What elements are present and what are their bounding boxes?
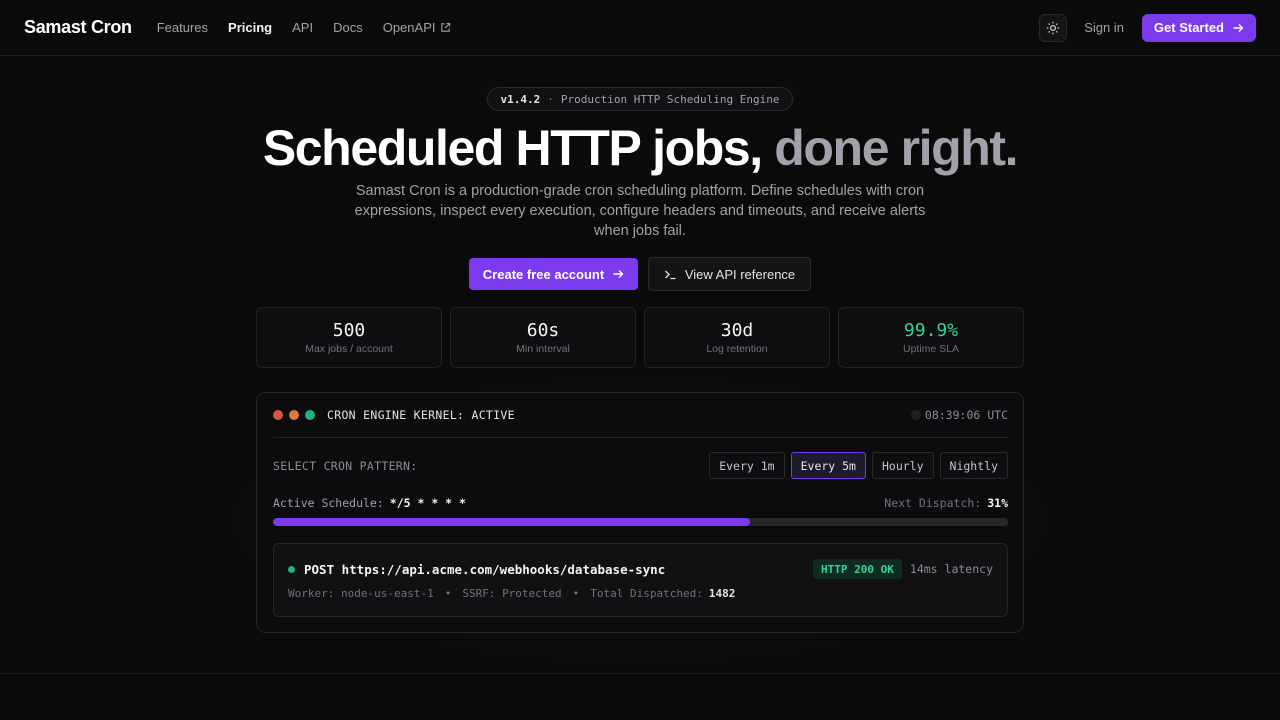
nav-link-openapi-label: OpenAPI xyxy=(382,20,436,35)
nav-link-pricing[interactable]: Pricing xyxy=(228,20,272,35)
schedule-label: Active Schedule: xyxy=(273,496,384,510)
schedule-expression: */5 * * * * xyxy=(389,496,466,510)
cta-row: Create free account View API reference xyxy=(469,257,811,291)
nav-links: Features Pricing API Docs OpenAPI xyxy=(157,20,472,35)
pattern-selector: SELECT CRON PATTERN: Every 1m Every 5m H… xyxy=(273,452,1008,479)
hero-subtitle: Samast Cron is a production-grade cron s… xyxy=(354,183,926,239)
headline-main: Scheduled HTTP jobs, xyxy=(262,120,763,176)
section-divider xyxy=(0,673,1280,674)
worker-info: Worker: node-us-east-1 xyxy=(288,587,434,600)
badge-text: Production HTTP Scheduling Engine xyxy=(560,92,780,106)
clock: 08:39:06 UTC xyxy=(910,408,1008,422)
sun-icon xyxy=(1046,21,1060,34)
stat-card-max-jobs: 500 Max jobs / account xyxy=(256,307,442,368)
job-header: POST https://api.acme.com/webhooks/datab… xyxy=(288,558,993,580)
pattern-label: SELECT CRON PATTERN: xyxy=(273,458,418,473)
nav-link-openapi[interactable]: OpenAPI xyxy=(383,20,452,35)
stat-card-min-interval: 60s Min interval xyxy=(450,307,636,368)
headline-dim: done right. xyxy=(774,120,1018,176)
sign-in-link[interactable]: Sign in xyxy=(1084,20,1124,35)
clock-icon xyxy=(910,410,921,420)
latency: 14ms latency xyxy=(909,562,993,576)
get-started-button[interactable]: Get Started xyxy=(1141,13,1256,42)
stat-label: Min interval xyxy=(516,343,570,355)
job-execution-card: POST https://api.acme.com/webhooks/datab… xyxy=(273,543,1008,617)
nav-link-features[interactable]: Features xyxy=(157,20,208,35)
clock-time: 08:39:06 UTC xyxy=(924,408,1008,422)
window-dot-green xyxy=(305,410,315,420)
next-dispatch-label: Next Dispatch: xyxy=(884,496,982,510)
pattern-every-1m[interactable]: Every 1m xyxy=(709,452,785,479)
view-api-reference-label: View API reference xyxy=(684,266,796,282)
brand-logo[interactable]: Samast Cron xyxy=(24,17,132,38)
stat-value: 30d xyxy=(720,320,754,341)
stat-value: 60s xyxy=(526,320,560,341)
meta-bullet: • xyxy=(444,587,452,600)
external-link-icon xyxy=(441,22,451,32)
status-dot xyxy=(288,565,295,573)
http-status-badge: HTTP 200 OK xyxy=(813,559,902,579)
job-status: HTTP 200 OK 14ms latency xyxy=(813,559,993,579)
stat-label: Max jobs / account xyxy=(305,343,393,355)
job-request: POST https://api.acme.com/webhooks/datab… xyxy=(304,561,666,577)
dispatched-label: Total Dispatched: xyxy=(590,587,703,600)
theme-toggle-button[interactable] xyxy=(1039,13,1068,42)
terminal-icon xyxy=(664,270,676,279)
pattern-every-5m[interactable]: Every 5m xyxy=(790,452,866,479)
create-account-label: Create free account xyxy=(482,266,605,282)
cron-console-card: CRON ENGINE KERNEL: ACTIVE 08:39:06 UTC … xyxy=(256,392,1024,633)
stat-value: 99.9% xyxy=(903,320,959,341)
dispatch-progress-bar xyxy=(273,518,1008,526)
schedule-row: Active Schedule: */5 * * * * Next Dispat… xyxy=(273,495,1008,511)
arrow-right-icon xyxy=(1233,23,1244,32)
dispatch-progress-fill xyxy=(273,518,750,526)
kernel-status: CRON ENGINE KERNEL: ACTIVE xyxy=(327,408,515,422)
hero-headline: Scheduled HTTP jobs, done right. xyxy=(0,118,1280,178)
get-started-label: Get Started xyxy=(1153,20,1224,35)
meta-bullet: • xyxy=(572,587,580,600)
ssrf-info: SSRF: Protected xyxy=(462,587,562,600)
stat-card-log-retention: 30d Log retention xyxy=(644,307,830,368)
dispatched-count: 1482 xyxy=(708,587,736,600)
version-badge: v1.4.2 · Production HTTP Scheduling Engi… xyxy=(487,87,793,111)
stat-value: 500 xyxy=(332,320,366,341)
pattern-nightly[interactable]: Nightly xyxy=(939,452,1008,479)
console-header: CRON ENGINE KERNEL: ACTIVE 08:39:06 UTC xyxy=(273,393,1008,438)
badge-separator: · xyxy=(547,92,554,106)
stat-label: Uptime SLA xyxy=(902,343,960,355)
pattern-options: Every 1m Every 5m Hourly Nightly xyxy=(709,452,1008,479)
stats-row: 500 Max jobs / account 60s Min interval … xyxy=(256,307,1024,368)
stat-label: Log retention xyxy=(706,343,768,355)
arrow-right-icon xyxy=(613,270,624,278)
top-nav: Samast Cron Features Pricing API Docs Op… xyxy=(0,0,1280,56)
nav-link-docs[interactable]: Docs xyxy=(333,20,363,35)
stat-card-uptime: 99.9% Uptime SLA xyxy=(838,307,1024,368)
nav-actions: Sign in Get Started xyxy=(1039,13,1256,42)
window-dot-orange xyxy=(289,410,299,420)
view-api-reference-button[interactable]: View API reference xyxy=(648,257,811,291)
nav-link-api[interactable]: API xyxy=(292,20,313,35)
create-account-button[interactable]: Create free account xyxy=(469,258,638,290)
job-meta: Worker: node-us-east-1 • SSRF: Protected… xyxy=(288,587,735,600)
version-number: v1.4.2 xyxy=(500,92,541,106)
window-dot-red xyxy=(273,410,283,420)
pattern-hourly[interactable]: Hourly xyxy=(871,452,934,479)
next-dispatch-value: 31% xyxy=(987,496,1008,510)
